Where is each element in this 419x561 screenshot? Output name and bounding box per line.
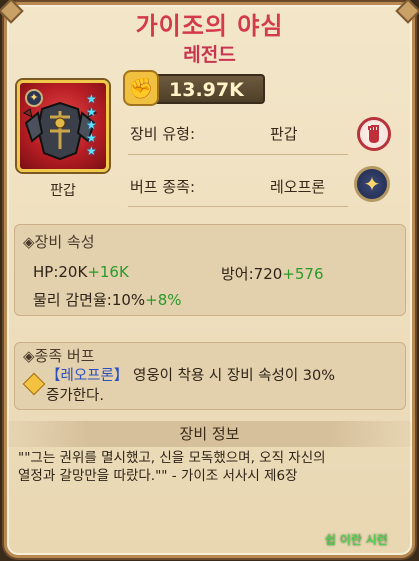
equipment-info-heading: 장비 정보: [8, 421, 411, 447]
attributes-box: ◈장비 속성 HP:20K+16K 방어:720+576 물리 감면율:10%+…: [14, 224, 406, 316]
buff-race-label: 버프 종족:: [130, 178, 196, 196]
fist-power-icon: ✊: [123, 70, 159, 106]
buff-race-value: 레오프론: [270, 178, 326, 196]
divider: [128, 206, 348, 207]
star-icon: ★: [86, 144, 97, 158]
item-type-label: 판갑: [50, 183, 76, 199]
watermark-text: 쉽 이란 시련: [325, 533, 388, 547]
race-tag: 【레오프론】: [46, 368, 129, 384]
stat-hp: HP:20K+16K: [33, 263, 129, 281]
fist-icon-glyph: [368, 125, 379, 143]
power-value: 13.97K: [169, 79, 244, 101]
item-grade: 레전드: [183, 44, 236, 66]
stat-defense: 방어:720+576: [221, 265, 324, 283]
item-name: 가이조의 야심: [135, 12, 284, 40]
equip-type-label: 장비 유형:: [130, 125, 196, 143]
fist-icon[interactable]: [357, 117, 391, 151]
star-compass-icon[interactable]: ✦: [354, 166, 390, 202]
race-buff-heading: ◈종족 버프: [23, 347, 95, 365]
equip-type-value: 판갑: [270, 125, 298, 143]
equipment-lore-quote: ""그는 권위를 멸시했고, 신을 모독했으며, 오직 자신의 열정과 갈망만을…: [18, 450, 326, 484]
power-display: ✊ 13.97K: [123, 70, 265, 106]
star-rating: ★ ★ ★ ★ ★: [86, 93, 100, 158]
stat-physical-reduction: 물리 감면율:10%+8%: [33, 291, 182, 309]
divider: [128, 154, 348, 155]
race-buff-description: 【레오프론】 영웅이 착용 시 장비 속성이 30% 증가한다.: [46, 368, 335, 404]
item-icon-frame[interactable]: ✦ ★ ★ ★ ★ ★: [17, 80, 109, 172]
attributes-heading: ◈장비 속성: [23, 233, 95, 251]
